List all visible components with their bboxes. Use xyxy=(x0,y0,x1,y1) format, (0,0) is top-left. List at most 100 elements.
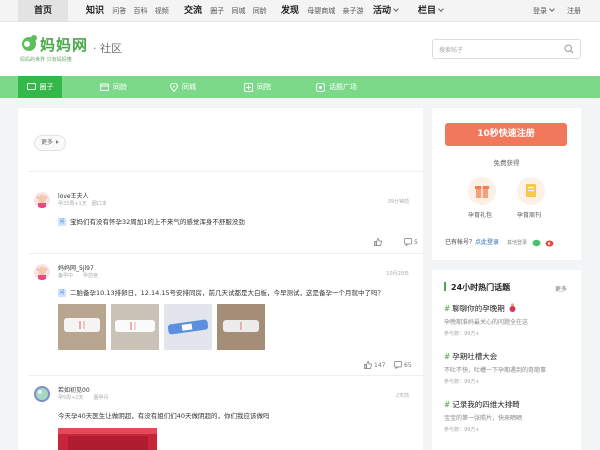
question-tag-icon: 问 xyxy=(58,218,66,226)
hot-topics-title: 24小时热门话题 xyxy=(444,282,510,293)
post-author[interactable]: 若如初见00 xyxy=(58,385,90,394)
logo-text[interactable]: 妈妈网 xyxy=(40,34,88,55)
hot-topic-item[interactable]: # 记录我的四维大排畸 宝宝的第一张照片，快来晒晒 参与数：99万+ xyxy=(444,399,574,433)
nav-group-knowledge: 知识 问答 百科 视频 xyxy=(86,0,174,22)
nav-discover[interactable]: 发现 xyxy=(281,6,299,16)
register-panel: 10秒快速注册 免费获得 孕育礼包 孕育周刊 已有帐号？点此登录 其他登录 xyxy=(432,108,581,260)
chevron-down-icon xyxy=(549,6,555,12)
wechat-icon[interactable] xyxy=(532,239,541,247)
more-button[interactable]: 更多 xyxy=(34,135,66,151)
search-icon[interactable] xyxy=(564,44,574,54)
more-button-label: 更多 xyxy=(41,139,54,146)
logo-icon[interactable] xyxy=(20,34,38,52)
post-image[interactable] xyxy=(217,304,265,350)
post-author-meta: 备孕中 孕前宫 xyxy=(58,273,99,279)
nav-column-label: 栏目 xyxy=(418,6,437,16)
login-row: 已有帐号？点此登录 其他登录 xyxy=(445,237,554,247)
tab-circle[interactable]: 圈子 xyxy=(18,76,62,98)
tab-hospital-label: 同院 xyxy=(257,83,271,91)
nav-trip[interactable]: 亲子游 xyxy=(342,7,363,15)
weekly-label[interactable]: 孕育周刊 xyxy=(517,210,541,219)
post-time: 2天前 xyxy=(395,393,409,399)
like-button[interactable]: 147 xyxy=(364,361,385,369)
comment-button[interactable]: 65 xyxy=(394,361,412,369)
avatar[interactable] xyxy=(34,192,50,208)
tab-hospital[interactable]: 同院 xyxy=(244,76,271,98)
register-button[interactable]: 10秒快速注册 xyxy=(445,123,567,146)
comment-icon xyxy=(404,238,412,246)
tab-topics-label: 话题广场 xyxy=(329,83,357,91)
nav-baike[interactable]: 百科 xyxy=(133,7,147,15)
divider xyxy=(28,253,423,254)
hot-topic-item[interactable]: # 聊聊你的孕晚期 孕晚期准妈最关心的问题全在这 参与数：99万+ xyxy=(444,303,574,337)
post-image[interactable] xyxy=(164,304,212,350)
tab-age-label: 同龄 xyxy=(113,83,127,91)
other-login-label: 其他登录 xyxy=(506,240,527,246)
nav-login-label: 登录 xyxy=(533,7,547,15)
nav-activity-label: 活动 xyxy=(373,6,392,16)
hot-topics-title-text: 24小时热门话题 xyxy=(451,283,511,292)
weibo-icon[interactable] xyxy=(545,239,554,247)
post-author[interactable]: 妈妈网_5jl97 xyxy=(58,263,94,272)
logo-subtitle: · 社区 xyxy=(93,42,122,55)
nav-register[interactable]: 注册 xyxy=(567,0,586,22)
nav-exchange[interactable]: 交流 xyxy=(184,6,202,16)
community-nav: 圈子 同龄 同城 同院 话题广场 xyxy=(0,76,600,98)
post-title[interactable]: 今天孕40天医生让做阴超，有没有姐们们40天做阴超的，你们我应该做吗 xyxy=(58,410,270,420)
login-link[interactable]: 点此登录 xyxy=(475,239,499,246)
hot-topics-more-link[interactable]: 更多 xyxy=(555,284,567,293)
nav-knowledge[interactable]: 知识 xyxy=(86,6,104,16)
has-account-label: 已有帐号？ xyxy=(445,239,476,246)
comment-button[interactable]: 5 xyxy=(404,238,418,246)
hot-topic-count: 参与数：99万+ xyxy=(444,379,480,385)
nav-qa[interactable]: 问答 xyxy=(112,7,126,15)
gift-icon[interactable] xyxy=(468,177,496,205)
avatar[interactable] xyxy=(34,386,50,402)
like-count: 147 xyxy=(374,361,386,369)
search-input[interactable]: 搜索帖子 xyxy=(432,39,581,59)
nav-age[interactable]: 同龄 xyxy=(253,7,267,15)
hot-topic-title: 聊聊你的孕晚期 xyxy=(452,304,505,313)
post-image[interactable] xyxy=(111,304,159,350)
hash-icon: # xyxy=(444,400,451,409)
hash-icon: # xyxy=(444,304,451,313)
hot-topic-item[interactable]: # 孕期吐槽大会 不吐不快，吐槽一下孕期遇到的奇葩事 参与数：99万+ xyxy=(444,351,574,385)
hot-topics-panel: 24小时热门话题 更多 # 聊聊你的孕晚期 孕晚期准妈最关心的问题全在这 参与数：… xyxy=(432,270,581,450)
post-image[interactable] xyxy=(58,428,157,450)
nav-circle[interactable]: 圈子 xyxy=(210,7,224,15)
nav-video[interactable]: 视频 xyxy=(155,7,169,15)
hot-topic-desc: 宝宝的第一张照片，快来晒晒 xyxy=(444,415,523,422)
comment-count: 5 xyxy=(414,238,418,246)
hospital-icon xyxy=(244,82,253,92)
post-author[interactable]: love王夫人 xyxy=(58,191,89,200)
tab-topics[interactable]: 话题广场 xyxy=(316,76,357,98)
chevron-right-icon xyxy=(56,140,60,144)
nav-city[interactable]: 同城 xyxy=(231,7,245,15)
tab-city[interactable]: 同城 xyxy=(170,76,196,98)
post-author-meta: 孕33周+1天 圈口本 xyxy=(58,201,107,207)
hash-icon: # xyxy=(444,352,451,361)
nav-register-label: 注册 xyxy=(567,7,581,15)
gift-label[interactable]: 孕育礼包 xyxy=(468,210,492,219)
weekly-icon[interactable] xyxy=(517,177,545,205)
hot-topic-desc: 孕晚期准妈最关心的问题全在这 xyxy=(444,319,529,326)
nav-shop[interactable]: 母婴商城 xyxy=(307,7,335,15)
nav-activity[interactable]: 活动 xyxy=(373,0,399,22)
post-image[interactable] xyxy=(58,304,106,350)
hot-topic-title: 孕期吐槽大会 xyxy=(452,352,498,361)
slogan: 妈妈的世界 只有妈妈懂 xyxy=(20,57,72,63)
chevron-down-icon xyxy=(438,6,444,12)
nav-login[interactable]: 登录 xyxy=(533,0,555,22)
post-title[interactable]: 问宝妈们有没有怀孕32周加1的上不来气的感觉浑身不舒服没劲 xyxy=(58,216,245,226)
avatar[interactable] xyxy=(34,264,50,280)
post-title-text: 二胎备孕10.13排卵日，12.14.15号安排同房，前几天试都是大白板，今早测… xyxy=(70,289,385,297)
nav-column[interactable]: 栏目 xyxy=(418,0,444,22)
like-button[interactable] xyxy=(374,238,384,246)
nav-home[interactable]: 首页 xyxy=(18,0,68,22)
nav-group-discover: 发现 母婴商城 亲子游 xyxy=(281,0,368,22)
divider xyxy=(28,171,423,172)
post-author-meta: 孕5周+1天 圈孕月 xyxy=(58,395,109,401)
hot-topic-desc: 不吐不快，吐槽一下孕期遇到的奇葩事 xyxy=(444,367,547,374)
post-title[interactable]: 问二胎备孕10.13排卵日，12.14.15号安排同房，前几天试都是大白板，今早… xyxy=(58,287,384,297)
tab-age[interactable]: 同龄 xyxy=(100,76,127,98)
